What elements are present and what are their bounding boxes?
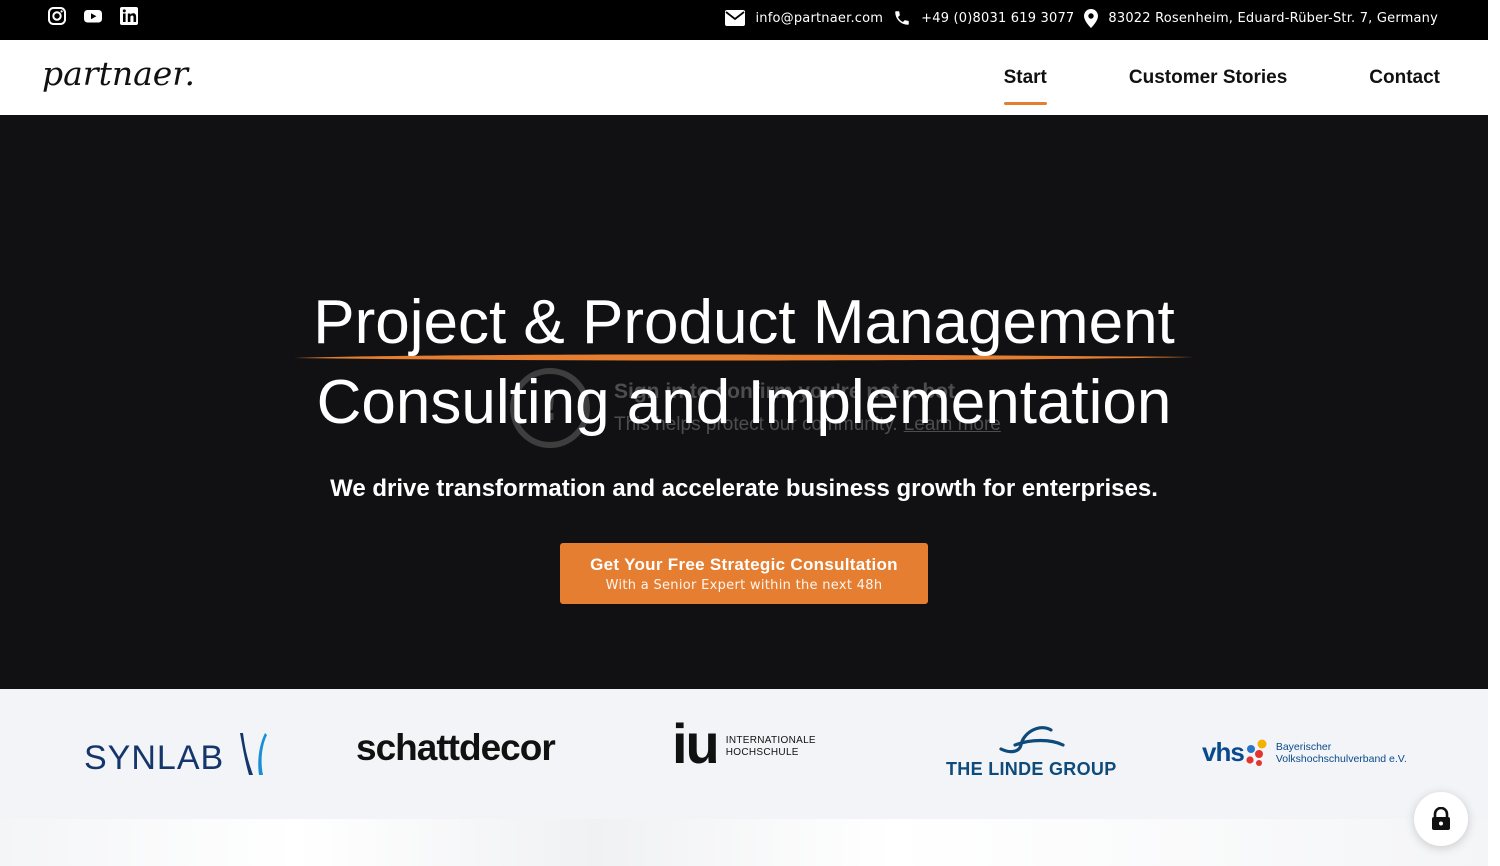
address-text: 83022 Rosenheim, Eduard-Rüber-Str. 7, Ge…	[1108, 10, 1438, 26]
free-consultation-button[interactable]: Get Your Free Strategic Consultation Wit…	[560, 543, 928, 604]
cta-subtitle: With a Senior Expert within the next 48h	[605, 578, 883, 593]
vhs-logo-line-2: Volkshochschulverband e.V.	[1275, 752, 1407, 765]
hero-headline-line-2: Consulting and Implementation	[316, 368, 1172, 437]
linde-logo-text: THE LINDE GROUP	[946, 759, 1117, 779]
linde-logo: THE LINDE GROUP	[946, 725, 1117, 780]
nav-customer-stories[interactable]: Customer Stories	[1129, 67, 1287, 89]
synlab-logo: SYNLAB	[84, 731, 267, 778]
nav-contact[interactable]: Contact	[1369, 67, 1440, 89]
top-bar: info@partnaer.com +49 (0)8031 619 3077 8…	[0, 0, 1488, 40]
iu-logo: iu INTERNATIONALE HOCHSCHULE	[672, 712, 816, 775]
social-links	[47, 6, 139, 26]
linde-mark-icon	[999, 726, 1065, 754]
iu-logo-line-1: INTERNATIONALE	[725, 735, 816, 746]
hero-section: Sign in to confirm you're not a bot This…	[0, 115, 1488, 689]
map-pin-icon	[1084, 8, 1099, 28]
iu-logo-mark: iu	[672, 712, 720, 775]
instagram-icon[interactable]	[47, 6, 67, 26]
vhs-logo-mark: vhs	[1202, 737, 1245, 767]
partnaer-logo[interactable]: partnaer.	[42, 51, 234, 103]
synlab-logo-text: SYNLAB	[84, 739, 225, 777]
vhs-logo-line-1: Bayerischer	[1275, 740, 1332, 753]
lock-icon	[1432, 807, 1450, 830]
logo-text: partnaer.	[42, 54, 195, 93]
phone-icon	[895, 11, 909, 25]
client-logos-strip: SYNLAB schattdecor iu INTERNATIONALE HOC…	[0, 689, 1488, 819]
synlab-mark-icon	[239, 733, 267, 775]
hero-subheadline: We drive transformation and accelerate b…	[330, 475, 1158, 502]
linkedin-icon[interactable]	[119, 6, 139, 26]
phone-text: +49 (0)8031 619 3077	[921, 10, 1075, 26]
next-section-preview	[0, 819, 1488, 866]
site-header: partnaer. Start Customer Stories Contact	[0, 40, 1488, 115]
hero-headline-line-1: Project & Product Management	[313, 288, 1175, 357]
email-link[interactable]: info@partnaer.com	[725, 10, 883, 26]
cta-title: Get Your Free Strategic Consultation	[590, 555, 898, 574]
address-link[interactable]: 83022 Rosenheim, Eduard-Rüber-Str. 7, Ge…	[1084, 8, 1438, 28]
vhs-logo: vhs Bayerischer Volkshochschulverband e.…	[1202, 737, 1407, 768]
email-text: info@partnaer.com	[755, 10, 884, 26]
nav-start[interactable]: Start	[1003, 67, 1048, 105]
privacy-settings-button[interactable]	[1414, 792, 1468, 846]
phone-link[interactable]: +49 (0)8031 619 3077	[893, 9, 1074, 27]
main-nav: Start Customer Stories Contact	[922, 40, 1440, 115]
schattdecor-logo: schattdecor	[356, 727, 556, 768]
youtube-icon[interactable]	[83, 6, 103, 26]
vhs-dots-icon	[1246, 739, 1267, 766]
envelope-icon	[725, 10, 746, 26]
contact-info: info@partnaer.com +49 (0)8031 619 3077 8…	[715, 0, 1438, 36]
iu-logo-line-2: HOCHSCHULE	[725, 747, 799, 758]
